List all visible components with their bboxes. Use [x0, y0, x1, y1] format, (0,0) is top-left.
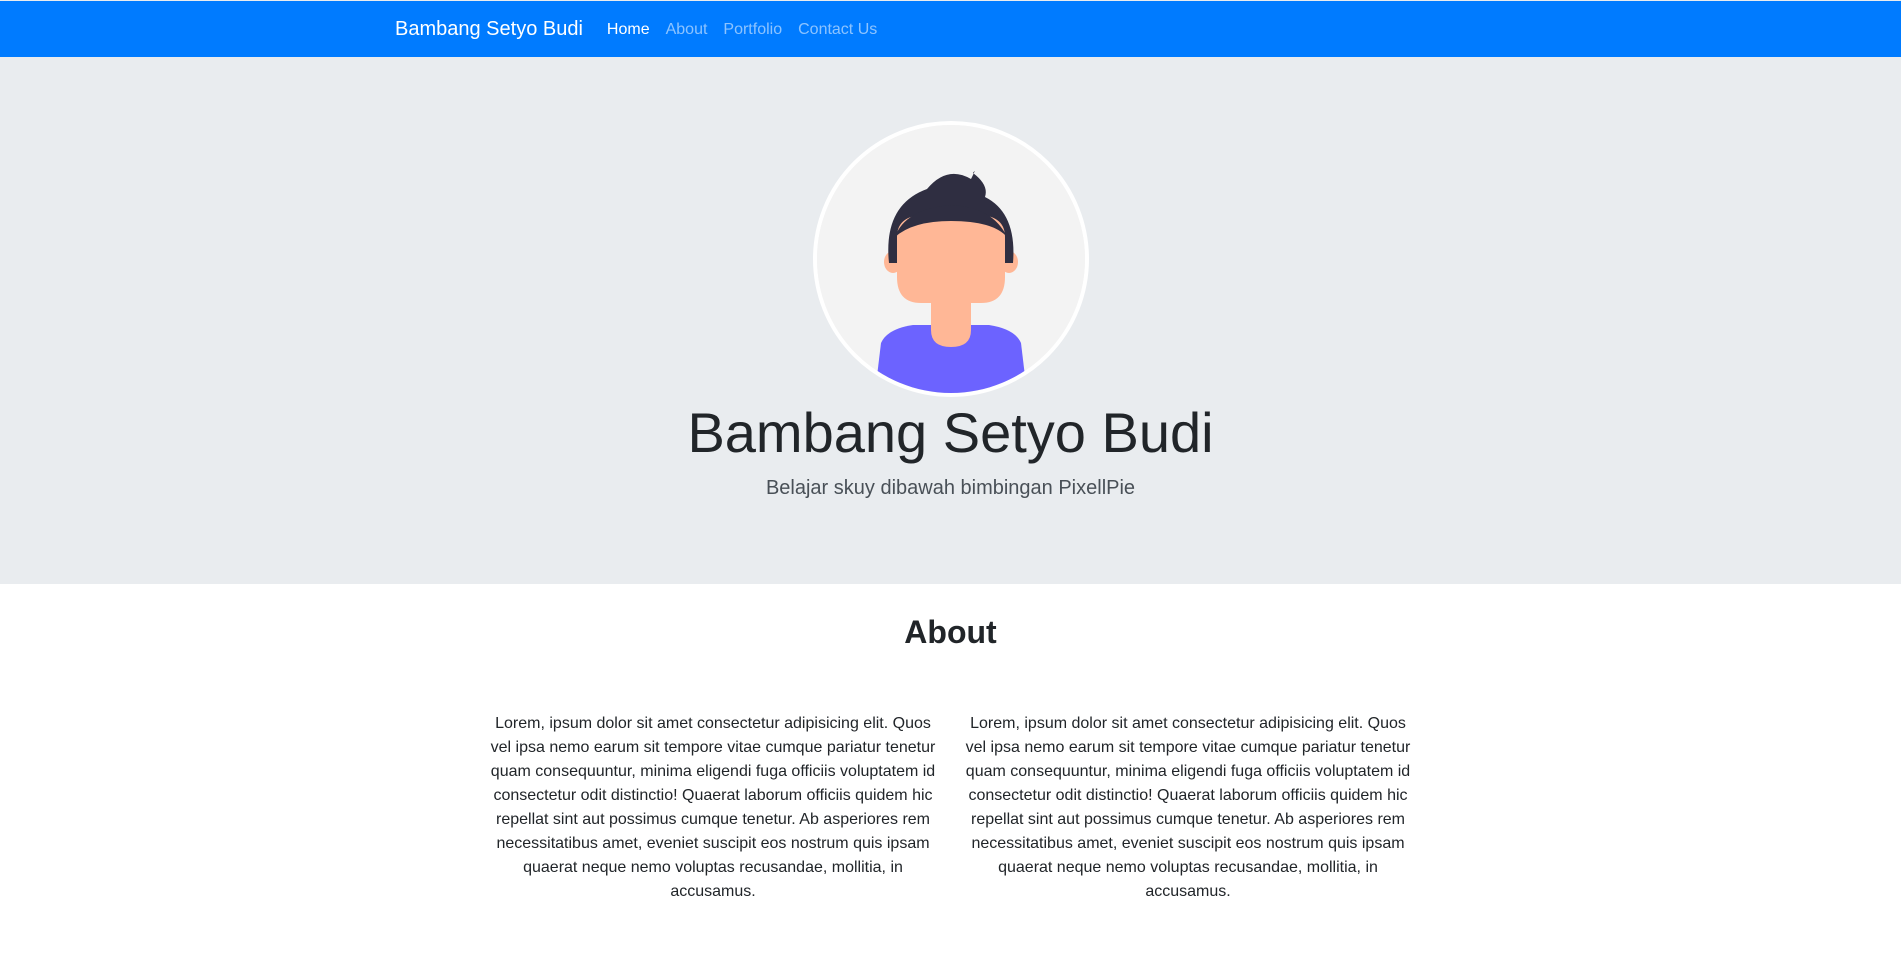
navbar-brand[interactable]: Bambang Setyo Budi: [395, 18, 583, 41]
hero-section: Bambang Setyo Budi Belajar skuy dibawah …: [0, 57, 1901, 584]
nav-link-home[interactable]: Home: [607, 21, 650, 39]
hero-tagline: Belajar skuy dibawah bimbingan PixellPie: [765, 477, 1136, 499]
about-paragraph-right: Lorem, ipsum dolor sit amet consectetur …: [965, 715, 1411, 900]
about-paragraph-left: Lorem, ipsum dolor sit amet consectetur …: [490, 715, 936, 900]
navbar-container: Bambang Setyo Budi Home About Portfolio …: [395, 1, 893, 58]
nav-link-contact-us[interactable]: Contact Us: [798, 21, 877, 39]
navbar: Bambang Setyo Budi Home About Portfolio …: [0, 0, 1901, 57]
nav-link-about[interactable]: About: [666, 21, 708, 39]
hero-name: Bambang Setyo Budi: [687, 401, 1214, 464]
about-title: About: [904, 614, 997, 650]
nav-link-portfolio[interactable]: Portfolio: [723, 21, 782, 39]
user-avatar-icon: [813, 121, 1089, 397]
